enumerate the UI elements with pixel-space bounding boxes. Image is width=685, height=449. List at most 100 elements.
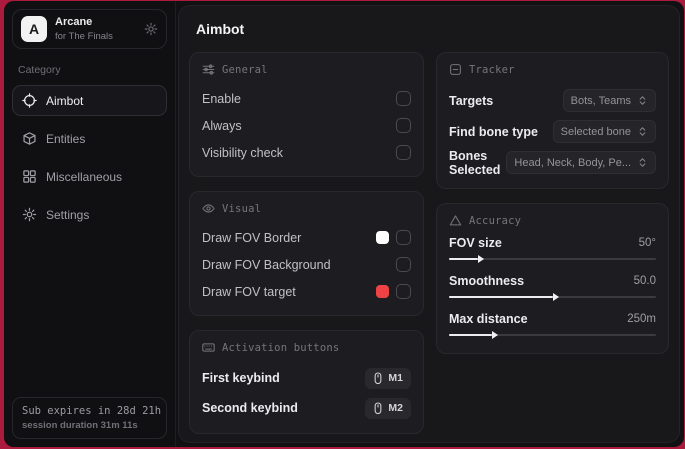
keybind-label: Second keybind (202, 401, 298, 415)
tracker-card: Tracker Targets Bots, Teams Find bone ty… (436, 52, 669, 189)
chevrons-up-down-icon (639, 127, 646, 136)
slider-label: Smoothness (449, 274, 525, 288)
fov-target-color-swatch[interactable] (376, 285, 390, 298)
slider-value: 250m (627, 313, 656, 325)
tracker-row-find-bone-type: Find bone type Selected bone (449, 116, 656, 147)
activation-card-header: Activation buttons (202, 341, 411, 354)
setting-row-enable: Enable (202, 85, 412, 112)
sidebar-item-miscellaneous[interactable]: Miscellaneous (12, 161, 167, 192)
tracker-row-bones-selected: Bones Selected Head, Neck, Body, Pe... (449, 147, 656, 178)
keybind-row-second: Second keybind M2 (202, 393, 412, 423)
sidebar-item-aimbot[interactable]: Aimbot (12, 85, 167, 116)
keyboard-icon (202, 343, 215, 352)
select-value: Head, Neck, Body, Pe... (514, 156, 631, 169)
sidebar-item-label: Entities (46, 131, 86, 146)
card-title: Visual (222, 202, 262, 215)
cube-icon (22, 131, 37, 146)
draw-fov-border-checkbox[interactable] (396, 230, 412, 245)
max-distance-slider[interactable] (449, 330, 656, 341)
tracker-card-header: Tracker (449, 63, 656, 76)
general-card-header: General (202, 63, 411, 76)
fov-border-color-swatch[interactable] (376, 231, 390, 244)
session-duration-text: session duration 31m 11s (22, 420, 138, 431)
bones-selected-select[interactable]: Head, Neck, Body, Pe... (506, 151, 656, 174)
sidebar-item-label: Miscellaneous (46, 169, 123, 184)
right-column: Tracker Targets Bots, Teams Find bone ty… (436, 52, 669, 354)
subscription-info: Sub expires in 28d 21h session duration … (12, 397, 167, 439)
select-value: Bots, Teams (570, 94, 631, 107)
tracker-label: Bones Selected (449, 148, 501, 177)
slider-value: 50° (638, 237, 656, 249)
setting-label: Visibility check (202, 145, 284, 160)
category-label: Category (18, 64, 61, 76)
card-title: Activation buttons (222, 341, 340, 354)
left-column: General Enable Always Visibility check V… (189, 52, 425, 434)
setting-label: Always (202, 118, 242, 133)
find-bone-type-select[interactable]: Selected bone (552, 120, 656, 143)
app-subtitle: for The Finals (55, 30, 113, 42)
targets-select[interactable]: Bots, Teams (562, 89, 656, 112)
fov-size-slider[interactable] (449, 254, 656, 265)
page-title: Aimbot (196, 21, 245, 37)
sub-expiry-text: Sub expires in 28d 21h (22, 405, 162, 417)
triangle-icon (449, 215, 462, 226)
visual-card: Visual Draw FOV Border Draw FOV Backgrou… (189, 191, 425, 316)
app-window: A Arcane for The Finals Category Aimbot … (4, 1, 684, 447)
main-panel: Aimbot General Enable Always Visibility … (178, 5, 680, 443)
enable-checkbox[interactable] (396, 91, 412, 106)
slider-group-fov-size: FOV size 50° (449, 236, 656, 265)
setting-label: Enable (202, 91, 241, 106)
tracker-row-targets: Targets Bots, Teams (449, 85, 656, 116)
slider-fill (449, 255, 484, 263)
sidebar-item-settings[interactable]: Settings (12, 199, 167, 230)
slider-group-smoothness: Smoothness 50.0 (449, 274, 656, 303)
always-checkbox[interactable] (396, 118, 412, 133)
slider-value: 50.0 (633, 275, 656, 287)
grid-icon (22, 169, 37, 184)
slider-group-max-distance: Max distance 250m (449, 312, 656, 341)
keybind-row-first: First keybind M1 (202, 363, 412, 393)
visual-card-header: Visual (202, 202, 411, 215)
general-card: General Enable Always Visibility check (189, 52, 425, 177)
sliders-icon (202, 64, 215, 75)
chevrons-up-down-icon (639, 96, 646, 105)
setting-row-draw-fov-background: Draw FOV Background (202, 251, 412, 278)
smoothness-slider[interactable] (449, 292, 656, 303)
select-value: Selected bone (560, 125, 631, 138)
card-title: Tracker (469, 63, 515, 76)
setting-label: Draw FOV Background (202, 257, 331, 272)
keybind-value: M1 (388, 372, 404, 384)
first-keybind-button[interactable]: M1 (365, 367, 412, 389)
setting-row-draw-fov-border: Draw FOV Border (202, 224, 412, 251)
slider-label: Max distance (449, 312, 528, 326)
app-logo: A (21, 16, 47, 42)
draw-fov-target-checkbox[interactable] (396, 284, 412, 299)
draw-fov-background-checkbox[interactable] (396, 257, 412, 272)
accuracy-card-header: Accuracy (449, 214, 656, 227)
crosshair-icon (22, 93, 37, 108)
visibility-check-checkbox[interactable] (396, 145, 412, 160)
setting-label: Draw FOV target (202, 284, 296, 299)
sidebar-item-label: Settings (46, 207, 90, 222)
card-title: Accuracy (469, 214, 522, 227)
chevrons-up-down-icon (639, 158, 646, 167)
brand-text: Arcane for The Finals (55, 16, 113, 41)
sidebar-item-entities[interactable]: Entities (12, 123, 167, 154)
slider-fill (449, 293, 560, 301)
keybind-value: M2 (388, 402, 404, 414)
tracker-label: Find bone type (449, 124, 538, 139)
setting-row-always: Always (202, 112, 412, 139)
slider-fill (449, 331, 499, 339)
accuracy-card: Accuracy FOV size 50° Smoothness 50.0 Ma… (436, 203, 669, 354)
box-dash-icon (450, 64, 461, 75)
eye-icon (202, 204, 215, 213)
gear-icon (22, 207, 37, 222)
keybind-label: First keybind (202, 371, 280, 385)
activation-card: Activation buttons First keybind M1 Seco… (189, 330, 425, 434)
tracker-label: Targets (449, 93, 494, 108)
second-keybind-button[interactable]: M2 (365, 397, 412, 419)
slider-label: FOV size (449, 236, 502, 250)
gear-icon[interactable] (144, 22, 158, 36)
sidebar: A Arcane for The Finals Category Aimbot … (4, 1, 176, 447)
mouse-icon (375, 371, 382, 384)
